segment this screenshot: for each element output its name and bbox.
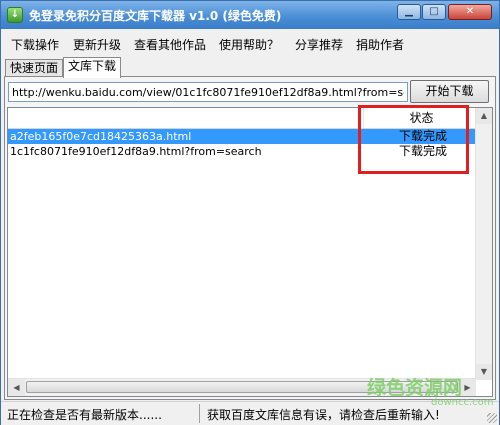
url-input[interactable] <box>8 82 408 102</box>
status-message: 获取百度文库信息有误，请检查后重新输入! <box>207 408 440 422</box>
status-bar: 正在检查是否有最新版本...... 获取百度文库信息有误，请检查后重新输入! <box>1 401 499 425</box>
download-list[interactable]: 状态 a2feb165f0e7cd18425363a.html 下载完成 1c1… <box>7 107 493 397</box>
download-panel: 开始下载 状态 a2feb165f0e7cd18425363a.html 下载完… <box>4 76 496 400</box>
table-row[interactable]: 1c1fc8071fe910ef12df8a9.html?from=search… <box>8 144 478 159</box>
menu-bar: 下载操作 更新升级 查看其他作品 使用帮助？ 分享推荐 捐助作者 <box>1 31 499 55</box>
menu-other-works[interactable]: 查看其他作品 <box>134 36 206 53</box>
title-bar[interactable]: ↓ 免登录免积分百度文库下载器 v1.0 (绿色免费) ▁ □ ✕ <box>1 1 499 29</box>
status-divider <box>199 404 200 423</box>
menu-help[interactable]: 使用帮助？ <box>219 36 279 53</box>
row-status: 下载完成 <box>398 129 447 143</box>
tab-wenku-download[interactable]: 文库下载 <box>63 57 122 78</box>
app-window: ↓ 免登录免积分百度文库下载器 v1.0 (绿色免费) ▁ □ ✕ 下载操作 更… <box>0 0 500 425</box>
column-header-status[interactable]: 状态 <box>363 108 479 128</box>
table-row[interactable]: a2feb165f0e7cd18425363a.html 下载完成 <box>8 129 478 144</box>
row-status: 下载完成 <box>398 144 447 158</box>
scroll-up-icon[interactable]: ▲ <box>476 108 492 124</box>
scroll-down-icon[interactable]: ▼ <box>476 364 492 380</box>
window-title: 免登录免积分百度文库下载器 v1.0 (绿色免费) <box>29 9 282 23</box>
vertical-scrollbar[interactable]: ▲ ▼ <box>475 108 492 380</box>
status-update-check: 正在检查是否有最新版本...... <box>7 408 162 422</box>
minimize-icon: ▁ <box>405 6 413 17</box>
close-button[interactable]: ✕ <box>448 4 492 20</box>
menu-share[interactable]: 分享推荐 <box>295 36 343 53</box>
app-icon: ↓ <box>7 7 23 23</box>
row-filename: a2feb165f0e7cd18425363a.html <box>10 130 192 143</box>
list-header: 状态 <box>8 108 478 129</box>
row-filename: 1c1fc8071fe910ef12df8a9.html?from=search <box>10 145 262 158</box>
tab-quick-page[interactable]: 快速页面 <box>5 59 64 77</box>
minimize-button[interactable]: ▁ <box>397 4 421 20</box>
close-icon: ✕ <box>465 6 475 17</box>
scroll-left-icon[interactable]: ◀ <box>8 379 25 396</box>
watermark-logo: 绿色资源网 <box>367 377 463 399</box>
start-download-button[interactable]: 开始下载 <box>410 80 489 103</box>
menu-download-actions[interactable]: 下载操作 <box>11 36 59 53</box>
maximize-button[interactable]: □ <box>422 4 446 20</box>
resize-grip-icon[interactable] <box>487 413 497 423</box>
menu-update[interactable]: 更新升级 <box>73 36 121 53</box>
watermark-url: downcc.com <box>431 397 494 408</box>
menu-donate[interactable]: 捐助作者 <box>356 36 404 53</box>
maximize-icon: □ <box>429 6 439 17</box>
